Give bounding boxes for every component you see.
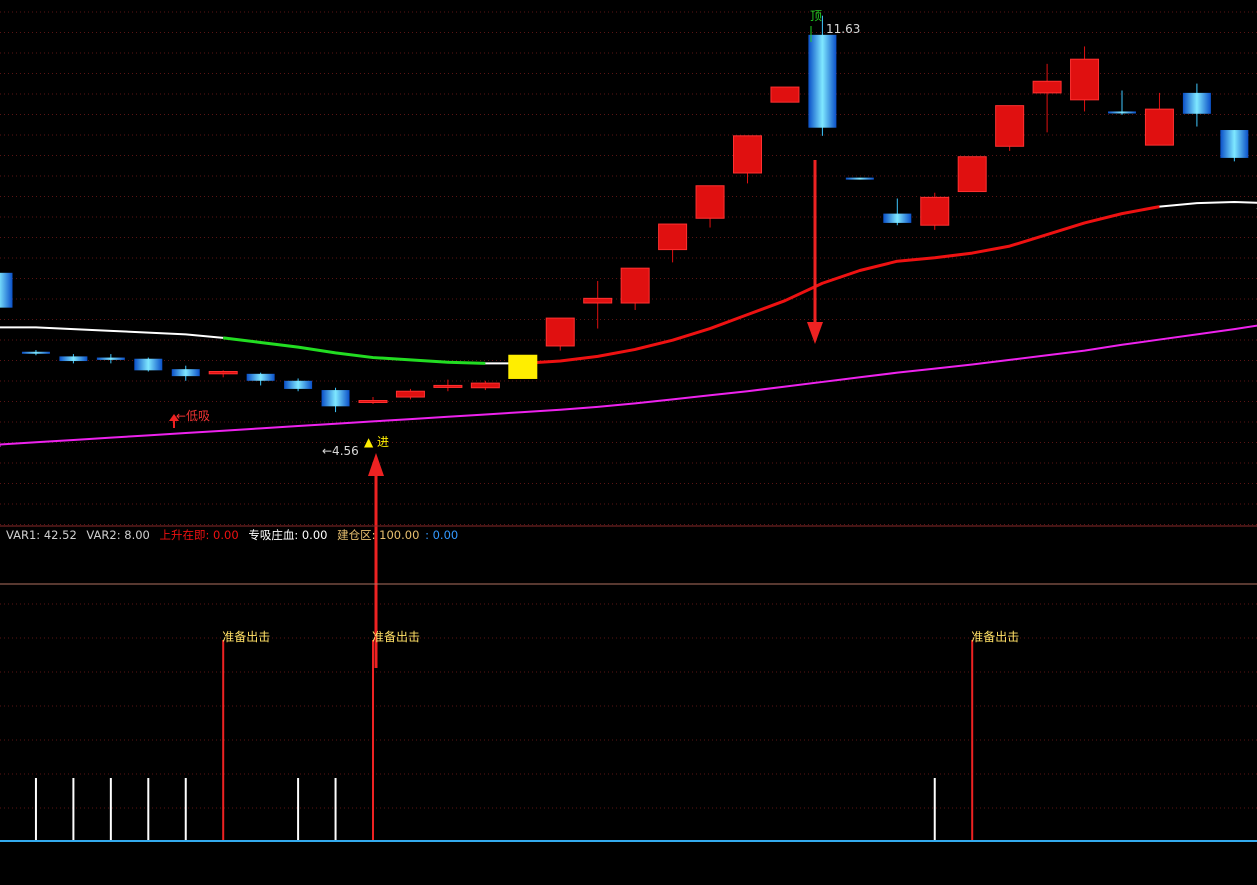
candle	[508, 354, 538, 379]
candle-body	[770, 86, 800, 103]
legend-build-zone: 建仓区: 100.00	[337, 528, 419, 542]
candle-body	[1220, 130, 1249, 158]
candle	[770, 86, 800, 103]
candle-body	[0, 272, 13, 308]
candle-body	[21, 351, 50, 354]
low-price-label: ←4.56	[322, 444, 359, 458]
candle-body	[920, 196, 950, 226]
candle-body	[695, 185, 725, 219]
candle	[545, 317, 575, 351]
candle-body	[208, 370, 238, 375]
candle-body	[358, 400, 388, 404]
candle-body	[583, 297, 613, 304]
indicator-legend: VAR1: 42.52 VAR2: 8.00 上升在即: 0.00 专吸庄血: …	[6, 528, 458, 542]
candle-body	[1032, 80, 1062, 94]
candle	[920, 192, 950, 230]
buy-signal-label: ▲ 进	[364, 435, 389, 449]
candle-body	[620, 267, 650, 304]
candle-body	[59, 356, 88, 362]
candle-body	[1144, 108, 1174, 146]
legend-absorb: 专吸庄血: 0.00	[248, 528, 327, 542]
high-price-label: 11.63	[826, 22, 860, 36]
high-marker-glyph: 顶	[810, 9, 822, 23]
candle-body	[658, 223, 688, 251]
candle-body	[1108, 111, 1136, 114]
candle-body	[395, 390, 425, 398]
stock-chart: 顶 11.63 ←4.56 ▲ 进 ←低吸 VAR1: 42.52 VAR2: …	[0, 0, 1257, 885]
red-signal-label: 准备出击	[971, 630, 1019, 644]
legend-extra: : 0.00	[425, 528, 458, 542]
candle-body	[883, 213, 912, 223]
candle	[134, 357, 163, 372]
candle-body	[508, 354, 538, 379]
candle-body	[845, 177, 874, 180]
candle-body	[96, 357, 125, 360]
candle-body	[321, 390, 350, 407]
candle-body	[808, 34, 837, 128]
candle-body	[733, 135, 762, 174]
absorb-label: ←低吸	[176, 409, 210, 423]
red-signal-label: 准备出击	[222, 630, 270, 644]
candle	[957, 156, 987, 193]
candle-body	[1182, 92, 1211, 114]
candle-body	[134, 358, 163, 371]
candle	[1220, 130, 1249, 162]
legend-rise: 上升在即: 0.00	[160, 528, 239, 542]
candle	[995, 105, 1025, 151]
candle-body	[433, 384, 463, 388]
candle-body	[995, 105, 1025, 147]
candle-body	[545, 317, 575, 347]
candle-body	[1070, 58, 1100, 101]
candle-body	[284, 380, 313, 389]
legend-var2: VAR2: 8.00	[86, 528, 149, 542]
legend-var1: VAR1: 42.52	[6, 528, 77, 542]
red-signal-label: 准备出击	[372, 630, 420, 644]
candle-body	[171, 369, 200, 377]
candle-body	[470, 382, 500, 389]
candle-body	[957, 156, 987, 193]
candle	[845, 177, 874, 180]
candle-body	[246, 373, 275, 381]
